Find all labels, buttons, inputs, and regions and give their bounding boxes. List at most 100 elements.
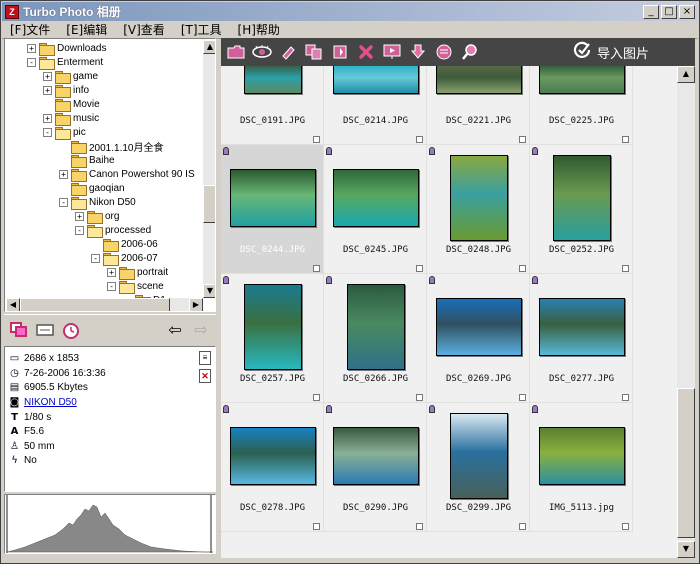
menu-help[interactable]: [H]帮助: [230, 21, 288, 38]
tree-item[interactable]: - processed: [75, 223, 151, 238]
exif-icon[interactable]: ✕: [199, 369, 211, 383]
thumbnail-cell[interactable]: DSC_0221.JPG: [427, 66, 530, 145]
eye-icon[interactable]: [251, 41, 273, 63]
tree-item[interactable]: - 2006-07: [91, 251, 158, 266]
thumbnail-cell[interactable]: DSC_0278.JPG: [221, 403, 324, 532]
menu-edit[interactable]: [E]编辑: [58, 21, 115, 38]
select-checkbox[interactable]: [622, 394, 629, 401]
select-checkbox[interactable]: [416, 136, 423, 143]
photo-thumbnail[interactable]: [436, 66, 522, 94]
scroll-up-button[interactable]: ▲: [677, 66, 695, 83]
folder-icon[interactable]: [225, 41, 247, 63]
list-view-icon[interactable]: [34, 319, 56, 341]
thumbnail-cell[interactable]: DSC_0245.JPG: [324, 145, 427, 274]
scroll-thumb[interactable]: [677, 388, 695, 538]
select-checkbox[interactable]: [416, 394, 423, 401]
tree-item[interactable]: + portrait: [107, 265, 168, 280]
expand-icon[interactable]: +: [43, 85, 52, 95]
scroll-thumb[interactable]: [203, 185, 215, 223]
photo-thumbnail[interactable]: [230, 169, 316, 227]
tree-horizontal-scrollbar[interactable]: ◀ ▶: [6, 298, 203, 311]
search-icon[interactable]: [459, 41, 481, 63]
copy-icon[interactable]: [303, 41, 325, 63]
photo-thumbnail[interactable]: [450, 155, 508, 241]
minimize-button[interactable]: _: [643, 4, 659, 19]
thumbnail-cell[interactable]: DSC_0225.JPG: [530, 66, 633, 145]
delete-icon[interactable]: [355, 41, 377, 63]
tree-item[interactable]: - Enterment: [27, 55, 103, 70]
tree-item[interactable]: - Nikon D50: [59, 195, 136, 210]
select-checkbox[interactable]: [416, 265, 423, 272]
tree-item[interactable]: + music: [43, 111, 99, 126]
tree-item[interactable]: + org: [75, 209, 119, 224]
tree-item[interactable]: + Canon Powershot 90 IS: [59, 167, 195, 182]
move-icon[interactable]: [329, 41, 351, 63]
collapse-icon[interactable]: -: [59, 197, 68, 207]
expand-icon[interactable]: +: [43, 71, 52, 81]
photo-thumbnail[interactable]: [436, 298, 522, 356]
tree-item[interactable]: 2006-06: [91, 237, 158, 252]
photo-thumbnail[interactable]: [553, 155, 611, 241]
photo-thumbnail[interactable]: [347, 284, 405, 370]
thumbnail-cell[interactable]: DSC_0299.JPG: [427, 403, 530, 532]
thumbnails-view-icon[interactable]: [8, 319, 30, 341]
photo-thumbnail[interactable]: [539, 427, 625, 485]
select-checkbox[interactable]: [416, 523, 423, 530]
photo-thumbnail[interactable]: [230, 427, 316, 485]
expand-icon[interactable]: +: [43, 113, 52, 123]
thumbnail-cell[interactable]: IMG_5113.jpg: [530, 403, 633, 532]
import-photos-button[interactable]: 导入图片: [573, 41, 649, 63]
scroll-right-button[interactable]: ▶: [189, 298, 203, 311]
select-checkbox[interactable]: [313, 523, 320, 530]
select-checkbox[interactable]: [519, 394, 526, 401]
tree-vertical-scrollbar[interactable]: ▲ ▼: [203, 40, 215, 298]
photo-thumbnail[interactable]: [539, 66, 625, 94]
eraser-icon[interactable]: [277, 41, 299, 63]
tree-item[interactable]: Baihe: [59, 153, 115, 168]
photo-thumbnail[interactable]: [450, 413, 508, 499]
document-icon[interactable]: ≡: [199, 351, 211, 365]
select-checkbox[interactable]: [622, 136, 629, 143]
expand-icon[interactable]: +: [27, 43, 36, 53]
thumbnail-cell[interactable]: DSC_0191.JPG: [221, 66, 324, 145]
scroll-left-button[interactable]: ◀: [6, 298, 20, 311]
close-button[interactable]: ×: [679, 4, 695, 19]
tree-item[interactable]: gaoqian: [59, 181, 125, 196]
scroll-thumb[interactable]: [20, 298, 170, 311]
list-icon[interactable]: [433, 41, 455, 63]
collapse-icon[interactable]: -: [27, 57, 36, 67]
slideshow-icon[interactable]: [381, 41, 403, 63]
thumbnail-cell[interactable]: DSC_0252.JPG: [530, 145, 633, 274]
expand-icon[interactable]: +: [59, 169, 68, 179]
menu-tools[interactable]: [T]工具: [173, 21, 230, 38]
photo-thumbnail[interactable]: [539, 298, 625, 356]
thumbnail-cell[interactable]: DSC_0290.JPG: [324, 403, 427, 532]
tree-item[interactable]: + Downloads: [27, 41, 106, 56]
scroll-down-button[interactable]: ▼: [203, 284, 215, 298]
tree-item[interactable]: + info: [43, 83, 89, 98]
select-checkbox[interactable]: [313, 265, 320, 272]
collapse-icon[interactable]: -: [91, 253, 100, 263]
select-checkbox[interactable]: [313, 394, 320, 401]
thumbnail-cell[interactable]: DSC_0244.JPG: [221, 145, 324, 274]
tree-item[interactable]: - scene: [107, 279, 164, 294]
collapse-icon[interactable]: -: [107, 281, 116, 291]
photo-thumbnail[interactable]: [333, 427, 419, 485]
thumbnail-cell[interactable]: DSC_0266.JPG: [324, 274, 427, 403]
calendar-view-icon[interactable]: [60, 319, 82, 341]
tree-item[interactable]: - pic: [43, 125, 86, 140]
scroll-down-button[interactable]: ▼: [677, 541, 695, 558]
tree-item[interactable]: 2001.1.10月全食: [59, 139, 164, 154]
maximize-button[interactable]: □: [661, 4, 677, 19]
back-arrow-icon[interactable]: ⇦: [164, 319, 186, 341]
tree-item[interactable]: + game: [43, 69, 98, 84]
photo-thumbnail[interactable]: [333, 66, 419, 94]
expand-icon[interactable]: +: [75, 211, 84, 221]
thumbnail-cell[interactable]: DSC_0277.JPG: [530, 274, 633, 403]
select-checkbox[interactable]: [622, 265, 629, 272]
collapse-icon[interactable]: -: [75, 225, 84, 235]
info-camera-link[interactable]: NIKON D50: [24, 397, 77, 408]
forward-arrow-icon[interactable]: ⇨: [190, 319, 212, 341]
scroll-up-button[interactable]: ▲: [203, 40, 215, 54]
photo-thumbnail[interactable]: [244, 284, 302, 370]
